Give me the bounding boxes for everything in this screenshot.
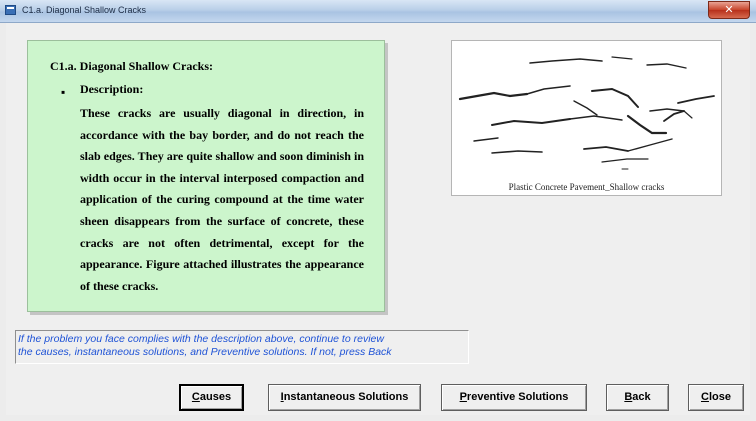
close-hotkey: C	[701, 391, 709, 403]
instantaneous-solutions-button[interactable]: Instantaneous Solutions	[268, 384, 421, 411]
window-title: C1.a. Diagonal Shallow Cracks	[22, 5, 147, 15]
title-bar: C1.a. Diagonal Shallow Cracks ✕	[0, 0, 756, 23]
causes-button[interactable]: Causes	[179, 384, 244, 411]
close-icon: ✕	[724, 3, 734, 16]
close-label: lose	[708, 391, 731, 403]
instruction-box: If the problem you face complies with th…	[15, 330, 469, 364]
figure-caption: Plastic Concrete Pavement_Shallow cracks	[508, 182, 665, 192]
description-heading: C1.a. Diagonal Shallow Cracks:	[50, 59, 214, 73]
back-button[interactable]: Back	[606, 384, 669, 411]
instruction-line-2: the causes, instantaneous solutions, and…	[18, 346, 392, 358]
description-subheading: Description:	[80, 82, 144, 96]
preventive-label: reventive Solutions	[466, 391, 569, 403]
crack-figure: Plastic Concrete Pavement_Shallow cracks	[451, 40, 722, 196]
bullet-icon: ▪	[61, 85, 66, 99]
description-panel: C1.a. Diagonal Shallow Cracks: ▪ Descrip…	[27, 40, 385, 312]
close-button[interactable]: Close	[688, 384, 744, 411]
instantaneous-label: nstantaneous Solutions	[283, 391, 409, 403]
crack-illustration	[458, 56, 715, 170]
back-label: ack	[632, 391, 651, 403]
instruction-text: If the problem you face complies with th…	[18, 333, 470, 359]
causes-label: auses	[199, 391, 232, 403]
preventive-hotkey: P	[459, 391, 467, 403]
window-close-button[interactable]: ✕	[708, 1, 750, 19]
preventive-solutions-button[interactable]: Preventive Solutions	[441, 384, 587, 411]
description-body: These cracks are usually diagonal in dir…	[80, 106, 364, 293]
app-icon	[5, 5, 16, 15]
instruction-line-1: If the problem you face complies with th…	[18, 333, 384, 345]
causes-hotkey: C	[191, 391, 200, 403]
